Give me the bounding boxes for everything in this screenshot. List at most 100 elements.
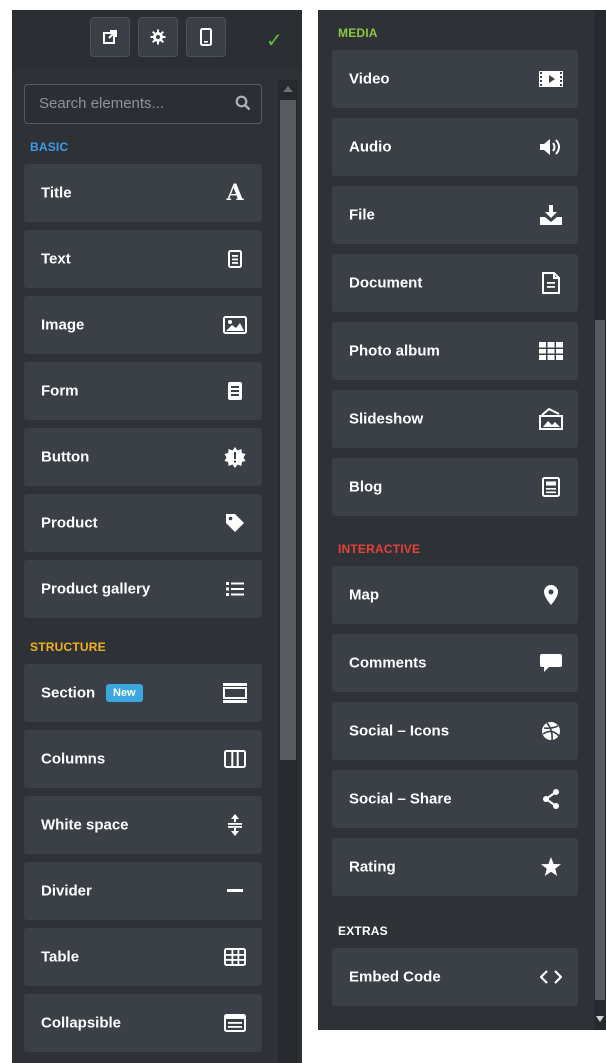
element-divider[interactable]: Divider: [24, 862, 262, 920]
element-label: Columns: [41, 750, 106, 768]
element-columns[interactable]: Columns: [24, 730, 262, 788]
social-icons-icon: [538, 718, 564, 744]
new-badge: New: [106, 684, 143, 702]
element-file[interactable]: File: [332, 186, 578, 244]
element-comments[interactable]: Comments: [332, 634, 578, 692]
element-label: White space: [41, 816, 129, 834]
element-embed-code[interactable]: Embed Code: [332, 948, 578, 1006]
element-label: Social – Icons: [349, 722, 450, 740]
audio-icon: [538, 134, 564, 160]
element-label: Form: [41, 382, 79, 400]
scroll-up-arrow[interactable]: [283, 86, 293, 92]
map-pin-icon: [538, 582, 564, 608]
white-space-icon: [222, 812, 248, 838]
mobile-icon: [200, 28, 212, 46]
slideshow-icon: [538, 406, 564, 432]
element-label: Button: [41, 448, 90, 466]
text-icon: [222, 246, 248, 272]
external-link-icon: [102, 29, 118, 45]
button-icon: [222, 444, 248, 470]
section-icon: [222, 680, 248, 706]
code-icon: [538, 964, 564, 990]
element-label: Video: [349, 70, 390, 88]
element-table[interactable]: Table: [24, 928, 262, 986]
scrollbar-thumb[interactable]: [280, 100, 296, 760]
element-section[interactable]: Section New: [24, 664, 262, 722]
element-label: Image: [41, 316, 85, 334]
element-label: Product: [41, 514, 98, 532]
category-structure: STRUCTURE: [30, 640, 106, 654]
element-document[interactable]: Document: [332, 254, 578, 312]
element-product[interactable]: Product: [24, 494, 262, 552]
grid-icon: [538, 338, 564, 364]
element-blog[interactable]: Blog: [332, 458, 578, 516]
download-icon: [538, 202, 564, 228]
element-collapsible[interactable]: Collapsible: [24, 994, 262, 1052]
category-extras: EXTRAS: [338, 924, 388, 938]
category-media: MEDIA: [338, 26, 378, 40]
elements-panel-right: MEDIA Video Audio File Document Photo al…: [318, 10, 606, 1030]
settings-button[interactable]: [138, 17, 178, 57]
element-button[interactable]: Button: [24, 428, 262, 486]
element-label: Title: [41, 184, 72, 202]
element-label: Divider: [41, 882, 92, 900]
element-label: Photo album: [349, 342, 440, 360]
columns-icon: [222, 746, 248, 772]
search-icon[interactable]: [235, 95, 251, 111]
element-social-share[interactable]: Social – Share: [332, 770, 578, 828]
external-link-button[interactable]: [90, 17, 130, 57]
image-icon: [222, 312, 248, 338]
star-icon: [538, 854, 564, 880]
list-icon: [222, 576, 248, 602]
blog-icon: [538, 474, 564, 500]
panel-toolbar: ✓: [12, 10, 302, 70]
checkmark-icon[interactable]: ✓: [266, 28, 283, 53]
element-label: Map: [349, 586, 379, 604]
element-label: Section: [41, 684, 96, 702]
element-image[interactable]: Image: [24, 296, 262, 354]
table-icon: [222, 944, 248, 970]
element-label: Table: [41, 948, 80, 966]
category-interactive: INTERACTIVE: [338, 542, 421, 556]
mobile-view-button[interactable]: [186, 17, 226, 57]
elements-panel-left: ✓ Search elements... BASIC Title A Text …: [12, 10, 302, 1063]
element-slideshow[interactable]: Slideshow: [332, 390, 578, 448]
element-photo-album[interactable]: Photo album: [332, 322, 578, 380]
element-label: Audio: [349, 138, 392, 156]
element-social-icons[interactable]: Social – Icons: [332, 702, 578, 760]
element-label: Product gallery: [41, 580, 151, 598]
document-icon: [538, 270, 564, 296]
video-icon: [538, 66, 564, 92]
element-video[interactable]: Video: [332, 50, 578, 108]
search-field[interactable]: Search elements...: [24, 84, 262, 124]
share-icon: [538, 786, 564, 812]
category-basic: BASIC: [30, 140, 69, 154]
divider-icon: [222, 878, 248, 904]
element-form[interactable]: Form: [24, 362, 262, 420]
comment-icon: [538, 650, 564, 676]
tag-icon: [222, 510, 248, 536]
search-input[interactable]: Search elements...: [39, 95, 164, 112]
element-map[interactable]: Map: [332, 566, 578, 624]
element-label: Embed Code: [349, 968, 441, 986]
element-label: Text: [41, 250, 71, 268]
element-label: Social – Share: [349, 790, 452, 808]
form-icon: [222, 378, 248, 404]
element-white-space[interactable]: White space: [24, 796, 262, 854]
element-rating[interactable]: Rating: [332, 838, 578, 896]
title-icon: A: [226, 180, 244, 206]
gear-icon: [150, 29, 166, 45]
element-label: Document: [349, 274, 423, 292]
element-label: Comments: [349, 654, 427, 672]
scroll-down-arrow[interactable]: [596, 1016, 604, 1022]
element-title[interactable]: Title A: [24, 164, 262, 222]
element-product-gallery[interactable]: Product gallery: [24, 560, 262, 618]
element-label: File: [349, 206, 375, 224]
element-label: Collapsible: [41, 1014, 122, 1032]
element-label: Rating: [349, 858, 396, 876]
element-text[interactable]: Text: [24, 230, 262, 288]
element-audio[interactable]: Audio: [332, 118, 578, 176]
element-label: Blog: [349, 478, 383, 496]
collapsible-icon: [222, 1010, 248, 1036]
scrollbar-thumb[interactable]: [595, 320, 605, 1000]
